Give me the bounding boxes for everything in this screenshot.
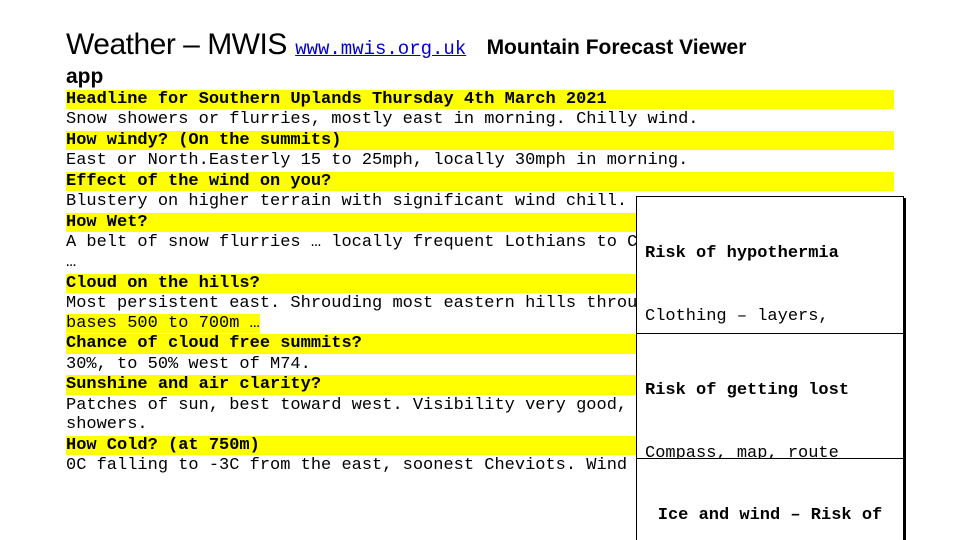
title-subtitle: Mountain Forecast Viewer: [487, 36, 747, 59]
badge-line: Ice and wind – Risk of: [645, 505, 895, 526]
page-title: Weather – MWIS: [66, 28, 287, 61]
badge-title: Risk of getting lost: [645, 380, 895, 401]
mwis-link[interactable]: www.mwis.org.uk: [295, 38, 466, 60]
title-row: Weather – MWIS www.mwis.org.uk Mountain …: [66, 28, 894, 63]
headline-body: Snow showers or flurries, mostly east in…: [66, 110, 894, 130]
effect-label: Effect of the wind on you?: [66, 172, 894, 192]
headline-label: Headline for Southern Uplands Thursday 4…: [66, 90, 894, 110]
windy-label: How windy? (On the summits): [66, 131, 894, 151]
windy-body: East or North.Easterly 15 to 25mph, loca…: [66, 151, 894, 171]
badge-line: Clothing – layers,: [645, 306, 895, 327]
document-page: Weather – MWIS www.mwis.org.uk Mountain …: [0, 0, 960, 540]
badge-title: Risk of hypothermia: [645, 243, 895, 264]
badge-ice-wind: Ice and wind – Risk of fall…: [636, 458, 904, 540]
app-label: app: [66, 65, 894, 89]
